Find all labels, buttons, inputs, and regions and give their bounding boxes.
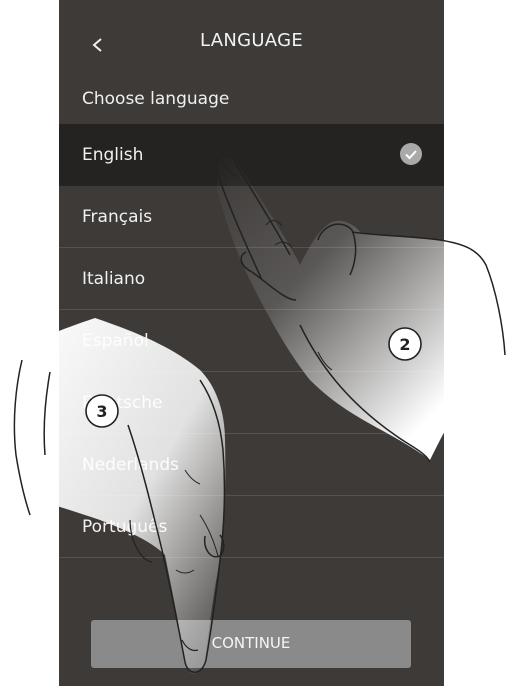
page-title: LANGUAGE xyxy=(199,30,304,51)
language-option-nederlands[interactable]: Nederlands xyxy=(59,434,444,496)
language-option-espanol[interactable]: Español xyxy=(59,310,444,372)
continue-button[interactable]: CONTINUE xyxy=(91,620,411,668)
section-subtitle: Choose language xyxy=(82,89,230,109)
device-screen: LANGUAGE Choose language English Françai… xyxy=(59,0,444,686)
language-option-deutsche[interactable]: Deutsche xyxy=(59,372,444,434)
language-option-italiano[interactable]: Italiano xyxy=(59,248,444,310)
language-label: Português xyxy=(82,517,168,537)
language-label: Français xyxy=(82,207,153,227)
language-option-portugues[interactable]: Português xyxy=(59,496,444,558)
language-label: English xyxy=(82,145,144,165)
language-label: Deutsche xyxy=(82,393,163,413)
language-option-francais[interactable]: Français xyxy=(59,186,444,248)
language-label: Español xyxy=(82,331,149,351)
language-option-english[interactable]: English xyxy=(59,124,444,186)
header: LANGUAGE xyxy=(59,0,444,88)
language-label: Nederlands xyxy=(82,455,179,475)
language-label: Italiano xyxy=(82,269,146,289)
checkmark-icon xyxy=(400,143,422,165)
continue-button-label: CONTINUE xyxy=(211,634,291,652)
